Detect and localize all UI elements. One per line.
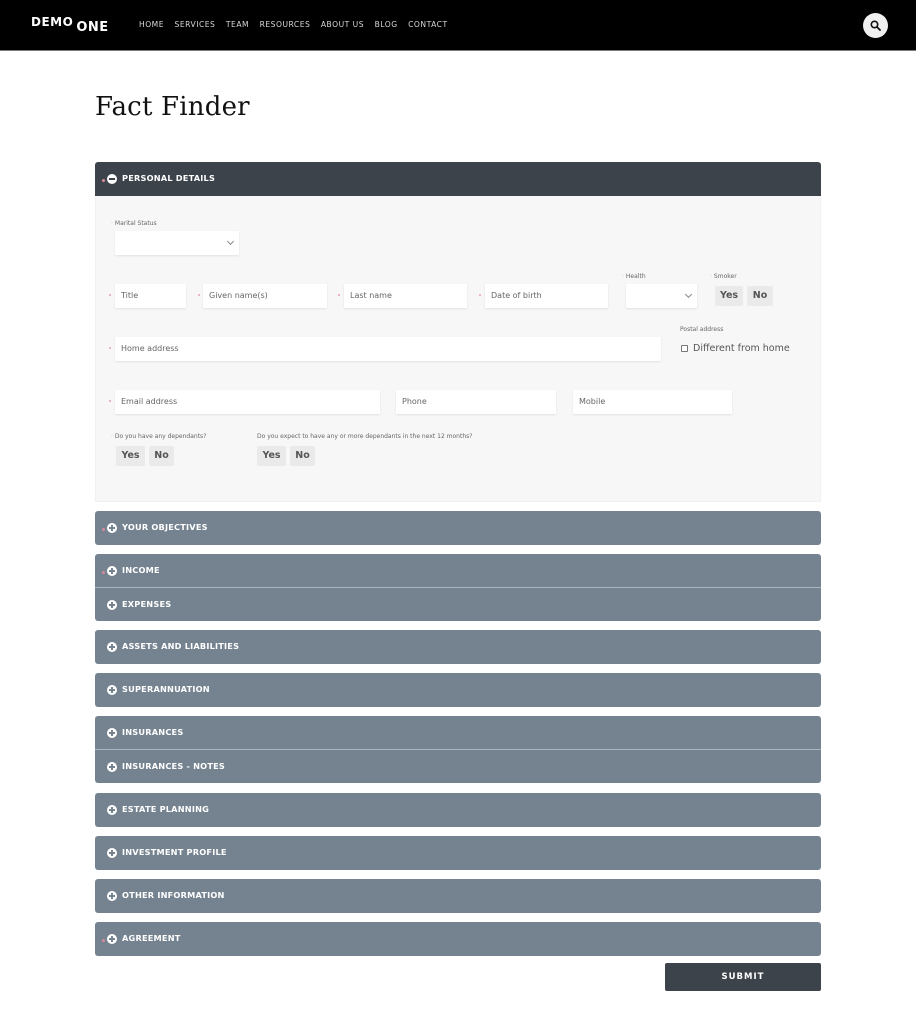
section-header-investment-profile[interactable]: INVESTMENT PROFILE xyxy=(95,836,821,870)
marital-status-select[interactable] xyxy=(115,231,239,255)
nav-contact[interactable]: CONTACT xyxy=(408,20,448,29)
required-marker xyxy=(109,347,111,349)
main-nav: HOME SERVICES TEAM RESOURCES ABOUT US BL… xyxy=(139,20,458,29)
different-from-home-checkbox[interactable] xyxy=(681,345,688,352)
smoker-label: · Smoker xyxy=(710,273,737,280)
given-names-input[interactable]: Given name(s) xyxy=(203,284,327,308)
required-marker xyxy=(102,528,105,531)
plus-circle-icon xyxy=(107,891,117,901)
required-marker xyxy=(198,294,200,296)
search-button[interactable] xyxy=(863,13,888,38)
chevron-down-icon xyxy=(684,290,693,299)
section-header-insurances[interactable]: INSURANCES xyxy=(95,716,821,749)
section-header-your-objectives[interactable]: YOUR OBJECTIVES xyxy=(95,511,821,545)
required-marker xyxy=(102,179,105,182)
personal-details-panel: · Marital Status Title Given name(s) Last… xyxy=(95,196,821,502)
nav-team[interactable]: TEAM xyxy=(226,20,249,29)
required-marker xyxy=(109,400,111,402)
section-header-insurances-notes[interactable]: INSURANCES - NOTES xyxy=(95,749,821,783)
section-header-estate-planning[interactable]: ESTATE PLANNING xyxy=(95,793,821,827)
section-title: INVESTMENT PROFILE xyxy=(122,847,227,857)
page-title: Fact Finder xyxy=(95,92,250,122)
nav-services[interactable]: SERVICES xyxy=(175,20,216,29)
required-marker xyxy=(109,294,111,296)
logo-word-demo: DEMO xyxy=(31,15,74,29)
dependants-label: · Do you have any dependants? xyxy=(111,433,207,440)
section-header-assets-and-liabilities[interactable]: ASSETS AND LIABILITIES xyxy=(95,630,821,664)
future-dependants-yes-button[interactable]: Yes xyxy=(257,446,286,466)
section-title: INSURANCES xyxy=(122,727,184,737)
plus-circle-icon xyxy=(107,805,117,815)
minus-circle-icon xyxy=(107,174,117,184)
section-header-superannuation[interactable]: SUPERANNUATION xyxy=(95,673,821,707)
section-title: OTHER INFORMATION xyxy=(122,890,225,900)
required-marker xyxy=(479,294,481,296)
plus-circle-icon xyxy=(107,566,117,576)
date-of-birth-input[interactable]: Date of birth xyxy=(485,284,608,308)
future-dependants-no-button[interactable]: No xyxy=(290,446,315,466)
plus-circle-icon xyxy=(107,762,117,772)
nav-home[interactable]: HOME xyxy=(139,20,164,29)
plus-circle-icon xyxy=(107,728,117,738)
plus-circle-icon xyxy=(107,934,117,944)
title-input[interactable]: Title xyxy=(115,284,186,308)
section-header-agreement[interactable]: AGREEMENT xyxy=(95,922,821,956)
section-title: ESTATE PLANNING xyxy=(122,804,210,814)
logo-word-one: ONE xyxy=(76,20,109,35)
section-header-expenses[interactable]: EXPENSES xyxy=(95,587,821,621)
health-label: · Health xyxy=(622,273,646,280)
dependants-yes-button[interactable]: Yes xyxy=(116,446,145,466)
future-dependants-label: Do you expect to have any or more depend… xyxy=(257,433,473,440)
plus-circle-icon xyxy=(107,523,117,533)
plus-circle-icon xyxy=(107,642,117,652)
health-select[interactable] xyxy=(626,284,697,308)
required-marker xyxy=(102,939,105,942)
nav-blog[interactable]: BLOG xyxy=(375,20,398,29)
section-title: PERSONAL DETAILS xyxy=(122,173,216,183)
search-icon xyxy=(870,20,881,31)
smoker-no-button[interactable]: No xyxy=(747,286,773,306)
section-title: EXPENSES xyxy=(122,599,172,609)
marital-status-label: · Marital Status xyxy=(111,220,157,227)
top-navigation-bar: DEMO ONE HOME SERVICES TEAM RESOURCES ABO… xyxy=(0,0,916,51)
section-title: SUPERANNUATION xyxy=(122,684,210,694)
dependants-no-button[interactable]: No xyxy=(149,446,174,466)
section-header-personal-details[interactable]: PERSONAL DETAILS xyxy=(95,162,821,196)
nav-about-us[interactable]: ABOUT US xyxy=(321,20,364,29)
postal-address-label: Postal address xyxy=(680,326,724,333)
plus-circle-icon xyxy=(107,600,117,610)
phone-input[interactable]: Phone xyxy=(396,390,556,414)
plus-circle-icon xyxy=(107,848,117,858)
last-name-input[interactable]: Last name xyxy=(344,284,467,308)
section-title: ASSETS AND LIABILITIES xyxy=(122,641,240,651)
different-from-home-label[interactable]: Different from home xyxy=(693,343,790,354)
required-marker xyxy=(102,571,105,574)
section-title: INSURANCES - NOTES xyxy=(122,761,226,771)
home-address-input[interactable]: Home address xyxy=(115,337,661,361)
section-title: INCOME xyxy=(122,565,160,575)
plus-circle-icon xyxy=(107,685,117,695)
required-marker xyxy=(338,294,340,296)
smoker-yes-button[interactable]: Yes xyxy=(715,286,743,306)
chevron-down-icon xyxy=(226,237,235,246)
nav-resources[interactable]: RESOURCES xyxy=(260,20,311,29)
section-header-income[interactable]: INCOME xyxy=(95,554,821,587)
submit-button[interactable]: SUBMIT xyxy=(665,963,821,991)
section-title: YOUR OBJECTIVES xyxy=(122,522,208,532)
section-header-other-information[interactable]: OTHER INFORMATION xyxy=(95,879,821,913)
site-logo[interactable]: DEMO ONE xyxy=(31,13,109,35)
email-input[interactable]: Email address xyxy=(115,390,380,414)
section-title: AGREEMENT xyxy=(122,933,181,943)
mobile-input[interactable]: Mobile xyxy=(573,390,732,414)
